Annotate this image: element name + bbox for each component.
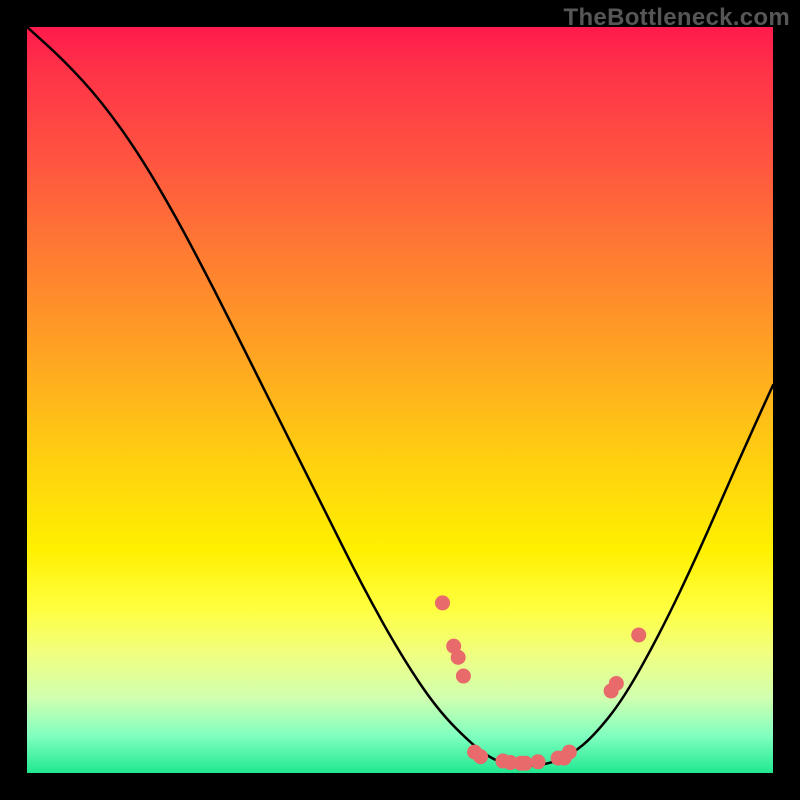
data-marker	[531, 754, 546, 769]
performance-curve	[27, 27, 773, 766]
data-marker	[518, 756, 533, 771]
data-marker	[456, 669, 471, 684]
data-marker	[562, 745, 577, 760]
data-marker	[435, 595, 450, 610]
data-marker	[473, 749, 488, 764]
bottleneck-chart	[27, 27, 773, 773]
data-marker	[451, 650, 466, 665]
data-markers	[435, 595, 646, 770]
watermark-text: TheBottleneck.com	[564, 4, 790, 32]
data-marker	[631, 627, 646, 642]
data-marker	[609, 676, 624, 691]
